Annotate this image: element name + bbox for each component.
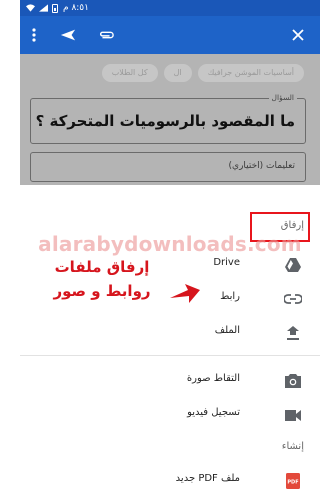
question-field[interactable]: السؤال ما المقصود بالرسوميات المتحركة ؟ xyxy=(30,93,306,144)
create-section-title: إنشاء xyxy=(281,441,304,452)
link-label: رابط xyxy=(220,291,240,302)
instructions-placeholder: تعليمات (اختياري) xyxy=(228,161,295,171)
photo-label: التقاط صورة xyxy=(186,373,240,384)
annotation-line-1: إرفاق ملفات xyxy=(54,258,150,276)
status-bar: ٨:٥١ م xyxy=(20,0,320,16)
annotation-callout: إرفاق ملفات روابط و صور xyxy=(42,255,162,303)
question-label: السؤال xyxy=(268,93,297,102)
upload-icon xyxy=(284,324,302,342)
status-time: ٨:٥١ م xyxy=(63,3,89,13)
close-icon[interactable] xyxy=(290,27,306,43)
file-label: الملف xyxy=(214,325,240,336)
pdf-icon: PDF xyxy=(284,472,302,490)
link-icon xyxy=(284,290,302,308)
create-item-photo[interactable]: التقاط صورة xyxy=(20,366,320,396)
wifi-icon xyxy=(26,4,35,12)
pdf-label: ملف PDF جديد xyxy=(175,473,240,484)
instructions-field[interactable]: تعليمات (اختياري) xyxy=(30,152,306,182)
app-bar xyxy=(20,16,320,54)
question-text: ما المقصود بالرسوميات المتحركة ؟ xyxy=(35,112,295,130)
chip-students[interactable]: كل الطلاب xyxy=(101,64,158,82)
create-item-video[interactable]: تسجيل فيديو xyxy=(20,400,320,430)
create-item-pdf[interactable]: ملف PDF جديد PDF xyxy=(20,466,320,496)
attach-item-file[interactable]: الملف xyxy=(20,318,320,348)
video-icon xyxy=(284,406,302,424)
watermark: alarabydownloads.com xyxy=(38,232,302,256)
signal-icon xyxy=(39,4,48,12)
status-icons xyxy=(26,3,58,13)
annotation-line-2: روابط و صور xyxy=(53,282,151,300)
more-vert-icon[interactable] xyxy=(26,27,42,43)
video-label: تسجيل فيديو xyxy=(187,407,240,418)
dimmed-form: أساسيات الموشن جرافيك ال كل الطلاب السؤا… xyxy=(20,54,320,185)
attach-icon[interactable] xyxy=(98,27,114,43)
sheet-divider xyxy=(20,355,320,356)
chips-row: أساسيات الموشن جرافيك ال كل الطلاب xyxy=(101,64,304,82)
battery-icon xyxy=(52,3,58,13)
chip-topic[interactable]: أساسيات الموشن جرافيك xyxy=(197,64,304,82)
annotation-arrow-icon xyxy=(170,284,200,303)
send-icon[interactable] xyxy=(60,27,76,43)
chip-class[interactable]: ال xyxy=(163,64,192,82)
drive-icon xyxy=(284,256,302,274)
svg-text:PDF: PDF xyxy=(287,480,298,486)
drive-label: Drive xyxy=(213,257,240,268)
camera-icon xyxy=(284,372,302,390)
